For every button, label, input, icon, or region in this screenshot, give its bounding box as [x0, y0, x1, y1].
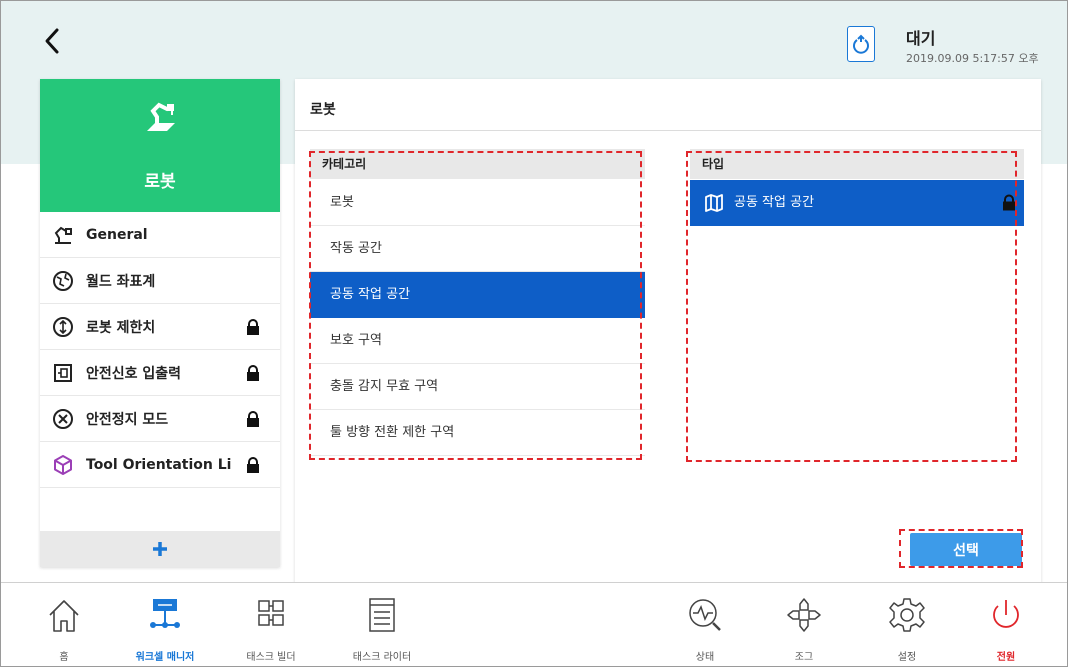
nav-label: 워크셀 매니저 [135, 652, 195, 663]
add-button[interactable] [40, 531, 280, 567]
status-timestamp: 2019.09.09 5:17:57 오후 [906, 52, 1039, 65]
sidebar-item-safety-stop-mode[interactable]: 안전정지 모드 [40, 396, 280, 442]
main-panel: 로봇 카테고리 로봇 작동 공간 공동 작업 공간 보호 구역 충돌 감지 무효… [295, 79, 1041, 589]
io-signal-icon [52, 362, 74, 384]
nav-jog[interactable]: 조그 [764, 583, 844, 667]
sidebar-item-general[interactable]: General [40, 212, 280, 258]
globe-coordinate-icon [52, 270, 74, 292]
plus-icon [153, 542, 167, 556]
sidebar-item-label: Tool Orientation Li [86, 456, 232, 473]
sidebar-item-label: General [86, 226, 148, 243]
type-list: 타입 공동 작업 공간 [690, 149, 1024, 461]
limit-icon [52, 316, 74, 338]
nav-label: 상태 [695, 652, 715, 663]
home-icon [49, 600, 79, 632]
bottom-nav: 홈 워크셀 매니저 태스크 빌더 태스크 라이터 상태 조그 설정 전원 [1, 582, 1067, 666]
task-builder-icon [258, 600, 284, 626]
sidebar-item-label: 안전신호 입출력 [86, 365, 182, 382]
lock-icon [247, 410, 259, 427]
category-list: 카테고리 로봇 작동 공간 공동 작업 공간 보호 구역 충돌 감지 무효 구역… [310, 149, 645, 461]
nav-label: 전원 [996, 652, 1016, 663]
type-header: 타입 [690, 149, 1024, 179]
power-icon [993, 600, 1019, 628]
sidebar-item-safety-io[interactable]: 안전신호 입출력 [40, 350, 280, 396]
lock-icon [247, 364, 259, 381]
nav-task-builder[interactable]: 태스크 빌더 [231, 583, 311, 667]
map-book-icon [705, 194, 723, 212]
status-refresh-button[interactable] [847, 26, 875, 62]
sidebar: 로봇 General 월드 좌표계 로봇 제한치 안전신호 입출력 안전정지 모… [40, 79, 280, 567]
list-item[interactable]: 툴 방향 전환 제한 구역 [310, 410, 645, 456]
nav-settings[interactable]: 설정 [867, 583, 947, 667]
robot-arm-icon [52, 224, 74, 246]
status-icon [689, 599, 721, 631]
sidebar-item-robot-limits[interactable]: 로봇 제한치 [40, 304, 280, 350]
jog-icon [787, 598, 821, 632]
list-item-selected[interactable]: 공동 작업 공간 [310, 272, 645, 318]
type-item-selected[interactable]: 공동 작업 공간 [690, 180, 1024, 226]
category-header: 카테고리 [310, 149, 645, 179]
sidebar-item-label: 로봇 제한치 [86, 319, 156, 336]
nav-label: 조그 [794, 652, 814, 663]
back-button[interactable] [40, 26, 64, 56]
list-item[interactable]: 로봇 [310, 180, 645, 226]
lock-icon [247, 318, 259, 335]
nav-label: 태스크 빌더 [246, 652, 296, 663]
lock-icon [247, 456, 259, 473]
sidebar-item-label: 월드 좌표계 [86, 273, 156, 290]
cube-icon [52, 454, 74, 476]
nav-status[interactable]: 상태 [665, 583, 745, 667]
settings-gear-icon [889, 598, 925, 632]
nav-label: 홈 [59, 652, 69, 663]
list-item[interactable]: 작동 공간 [310, 226, 645, 272]
panel-title: 로봇 [310, 102, 336, 118]
nav-label: 설정 [897, 652, 917, 663]
sidebar-item-label: 안전정지 모드 [86, 411, 169, 428]
chevron-left-icon [45, 28, 59, 54]
workcell-icon [150, 599, 180, 628]
robot-arm-icon [147, 102, 175, 131]
nav-label: 태스크 라이터 [352, 652, 412, 663]
select-button[interactable]: 선택 [910, 533, 1022, 566]
sidebar-header[interactable]: 로봇 [40, 79, 280, 212]
lock-icon [1003, 194, 1015, 211]
list-item[interactable]: 충돌 감지 무효 구역 [310, 364, 645, 410]
sidebar-item-world-coordinate[interactable]: 월드 좌표계 [40, 258, 280, 304]
divider [295, 130, 1041, 131]
list-item[interactable]: 보호 구역 [310, 318, 645, 364]
sidebar-title: 로봇 [144, 172, 176, 192]
nav-workcell-manager[interactable]: 워크셀 매니저 [125, 583, 205, 667]
type-item-label: 공동 작업 공간 [734, 195, 815, 210]
nav-task-writer[interactable]: 태스크 라이터 [342, 583, 422, 667]
sidebar-item-tool-orientation[interactable]: Tool Orientation Li [40, 442, 280, 488]
stop-circle-icon [52, 408, 74, 430]
refresh-icon [853, 34, 869, 54]
nav-power[interactable]: 전원 [966, 583, 1046, 667]
task-writer-icon [369, 598, 395, 632]
robot-status-text: 대기 [906, 29, 936, 48]
nav-home[interactable]: 홈 [24, 583, 104, 667]
